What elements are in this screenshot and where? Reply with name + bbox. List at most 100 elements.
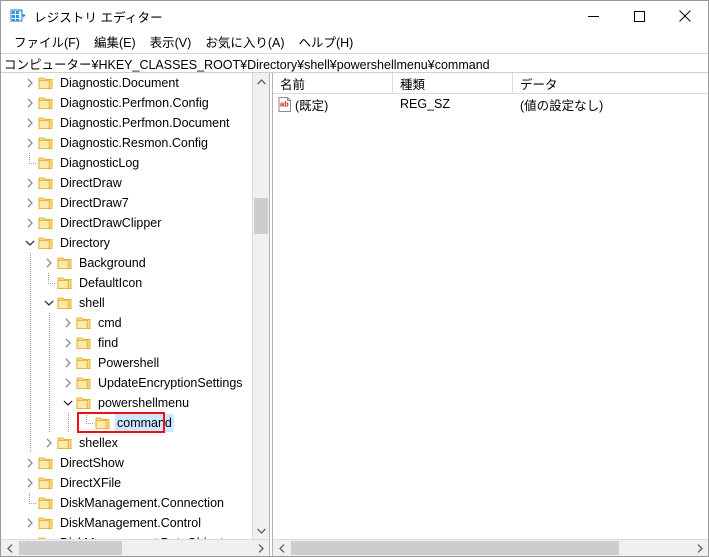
menu-file[interactable]: ファイル(F) (7, 30, 87, 54)
tree-item-powershellmenu[interactable]: powershellmenu (1, 393, 252, 413)
tree-item-diagnostic-resmon-config[interactable]: Diagnostic.Resmon.Config (1, 133, 252, 153)
values-scroll-left-button[interactable] (273, 540, 290, 556)
tree-horizontal-scroll-thumb[interactable] (19, 541, 122, 555)
tree-scroll-down-button[interactable] (253, 522, 269, 539)
menu-view[interactable]: 表示(V) (143, 30, 199, 54)
tree-item-updateencryptionsettings[interactable]: UpdateEncryptionSettings (1, 373, 252, 393)
chevron-right-icon[interactable] (22, 193, 38, 213)
tree-guide-line (41, 313, 57, 333)
tree-item-cmd[interactable]: cmd (1, 313, 252, 333)
chevron-right-icon[interactable] (41, 433, 57, 453)
maximize-button[interactable] (616, 1, 662, 31)
chevron-right-icon[interactable] (22, 173, 38, 193)
tree-item-directory[interactable]: Directory (1, 233, 252, 253)
chevron-down-icon[interactable] (22, 233, 38, 253)
chevron-down-icon[interactable] (60, 393, 76, 413)
values-horizontal-scrollbar[interactable] (273, 539, 708, 556)
chevron-right-icon[interactable] (41, 253, 57, 273)
tree-scroll-right-button[interactable] (252, 540, 269, 556)
column-header-type[interactable]: 種類 (393, 73, 513, 93)
tree-item-diagnostic-document[interactable]: Diagnostic.Document (1, 73, 252, 93)
tree-item-command[interactable]: command (1, 413, 252, 433)
menu-help[interactable]: ヘルプ(H) (291, 30, 360, 54)
tree-guide-line (22, 413, 38, 433)
menu-favorites[interactable]: お気に入り(A) (198, 30, 291, 54)
tree-item-label: DiskManagement.Control (60, 516, 202, 530)
table-row[interactable]: ab (既定) REG_SZ (値の設定なし) (273, 94, 708, 114)
tree-item-label: Diagnostic.Perfmon.Config (60, 96, 209, 110)
content-panes: Diagnostic.Document Diagnostic.Perfmon.Co… (1, 73, 708, 556)
tree-horizontal-scrollbar[interactable] (1, 539, 269, 556)
folder-icon (38, 156, 54, 170)
registry-path: コンピューター¥HKEY_CLASSES_ROOT¥Directory¥shel… (4, 57, 490, 72)
cell-value-name: ab (既定) (273, 95, 393, 114)
tree-item-directdraw7[interactable]: DirectDraw7 (1, 193, 252, 213)
tree-item-label: command (115, 414, 174, 432)
tree-item-label: UpdateEncryptionSettings (98, 376, 243, 390)
values-horizontal-scroll-thumb[interactable] (291, 541, 619, 555)
folder-icon (95, 416, 111, 430)
tree-item-diagnostic-perfmon-document[interactable]: Diagnostic.Perfmon.Document (1, 113, 252, 133)
chevron-down-icon[interactable] (41, 293, 57, 313)
chevron-right-icon[interactable] (22, 453, 38, 473)
chevron-right-icon[interactable] (60, 353, 76, 373)
folder-icon (38, 196, 54, 210)
folder-icon (38, 516, 54, 530)
tree-item-directdrawclipper[interactable]: DirectDrawClipper (1, 213, 252, 233)
folder-icon (38, 96, 54, 110)
menu-edit[interactable]: 編集(E) (87, 30, 143, 54)
chevron-right-icon[interactable] (22, 473, 38, 493)
chevron-right-icon[interactable] (60, 313, 76, 333)
tree-vertical-scroll-thumb[interactable] (254, 198, 268, 234)
folder-icon (38, 116, 54, 130)
tree-leaf-connector (41, 273, 57, 293)
window-title: レジストリ エディター (34, 10, 163, 25)
minimize-button[interactable] (570, 1, 616, 31)
address-bar[interactable]: コンピューター¥HKEY_CLASSES_ROOT¥Directory¥shel… (1, 53, 708, 73)
tree-guide-line (22, 333, 38, 353)
tree-item-label: DirectDrawClipper (60, 216, 162, 230)
chevron-right-icon[interactable] (22, 73, 38, 93)
tree-item-background[interactable]: Background (1, 253, 252, 273)
column-header-data[interactable]: データ (513, 73, 708, 93)
values-scroll-right-button[interactable] (691, 540, 708, 556)
tree-guide-line (22, 373, 38, 393)
chevron-right-icon[interactable] (60, 373, 76, 393)
tree-item-diskmanagement-control[interactable]: DiskManagement.Control (1, 513, 252, 533)
tree-item-directxfile[interactable]: DirectXFile (1, 473, 252, 493)
folder-icon (38, 476, 54, 490)
folder-icon (76, 336, 92, 350)
chevron-right-icon[interactable] (22, 133, 38, 153)
tree-item-shell[interactable]: shell (1, 293, 252, 313)
tree-item-diagnosticlog[interactable]: DiagnosticLog (1, 153, 252, 173)
chevron-right-icon[interactable] (22, 213, 38, 233)
tree-scroll-up-button[interactable] (253, 73, 269, 90)
chevron-right-icon[interactable] (22, 513, 38, 533)
registry-tree[interactable]: Diagnostic.Document Diagnostic.Perfmon.Co… (1, 73, 252, 539)
tree-item-diagnostic-perfmon-config[interactable]: Diagnostic.Perfmon.Config (1, 93, 252, 113)
tree-horizontal-scroll-track[interactable] (18, 540, 252, 556)
tree-item-directshow[interactable]: DirectShow (1, 453, 252, 473)
tree-item-diskmanagement-connection[interactable]: DiskManagement.Connection (1, 493, 252, 513)
tree-item-label: Diagnostic.Resmon.Config (60, 136, 208, 150)
tree-item-find[interactable]: find (1, 333, 252, 353)
tree-item-shellex[interactable]: shellex (1, 433, 252, 453)
folder-icon (38, 76, 54, 90)
folder-icon (38, 216, 54, 230)
chevron-right-icon[interactable] (22, 93, 38, 113)
tree-vertical-scrollbar[interactable] (252, 73, 269, 539)
tree-item-directdraw[interactable]: DirectDraw (1, 173, 252, 193)
values-horizontal-scroll-track[interactable] (290, 540, 691, 556)
tree-guide-line (22, 313, 38, 333)
column-header-name[interactable]: 名前 (273, 73, 393, 93)
tree-item-defaulticon[interactable]: DefaultIcon (1, 273, 252, 293)
tree-item-powershell[interactable]: Powershell (1, 353, 252, 373)
chevron-right-icon[interactable] (22, 113, 38, 133)
tree-scroll-left-button[interactable] (1, 540, 18, 556)
tree-vertical-scroll-track[interactable] (253, 90, 269, 522)
chevron-right-icon[interactable] (60, 333, 76, 353)
values-list-body[interactable]: ab (既定) REG_SZ (値の設定なし) (273, 94, 708, 539)
folder-icon (76, 356, 92, 370)
close-button[interactable] (662, 1, 708, 31)
tree-item-label: powershellmenu (98, 396, 190, 410)
